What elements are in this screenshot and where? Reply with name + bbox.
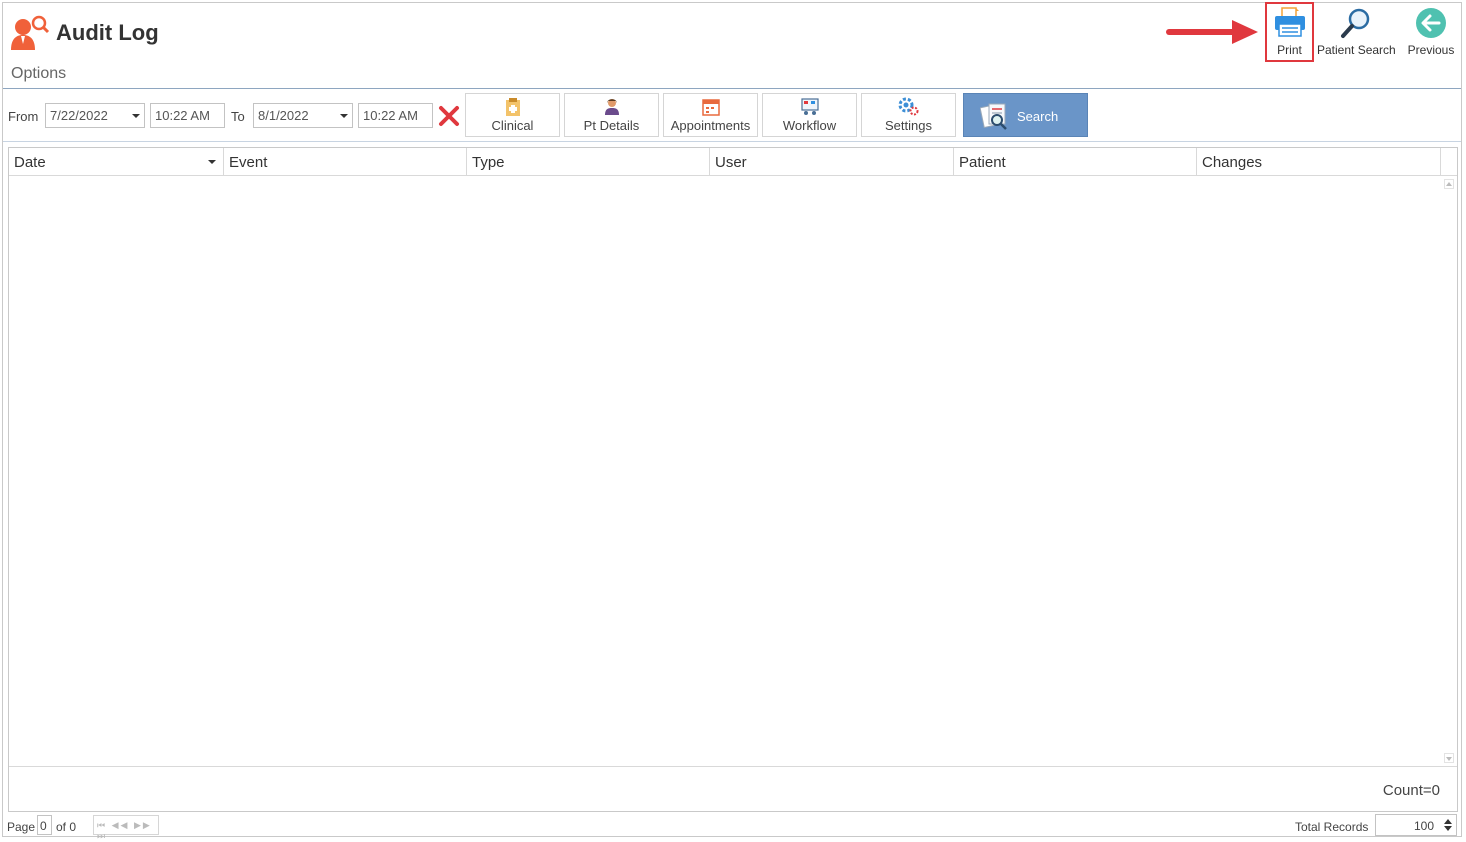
filter-bar: From 7/22/2022 10:22 AM To 8/1/2022 10:2… (3, 90, 1461, 142)
clear-filter-icon[interactable] (437, 104, 461, 128)
chevron-down-icon[interactable] (132, 114, 140, 118)
column-header-label: Event (229, 154, 268, 171)
filter-divider (3, 141, 1461, 142)
pt-details-button[interactable]: Pt Details (564, 93, 659, 137)
column-header-label: User (715, 154, 747, 171)
grid-header: Date Event Type User Patient Changes (9, 148, 1457, 176)
column-header-type[interactable]: Type (467, 148, 710, 175)
column-header-label: Date (14, 154, 46, 171)
workflow-button[interactable]: Workflow (762, 93, 857, 137)
record-count: Count=0 (1382, 782, 1440, 799)
previous-label: Previous (1407, 43, 1455, 57)
sort-dropdown-icon[interactable] (208, 160, 216, 164)
to-date-value: 8/1/2022 (258, 108, 309, 123)
category-label: Appointments (670, 118, 751, 133)
previous-button[interactable]: Previous (1404, 4, 1458, 60)
appointments-button[interactable]: Appointments (663, 93, 758, 137)
from-date-value: 7/22/2022 (50, 108, 108, 123)
column-header-label: Type (472, 154, 505, 171)
gears-icon (898, 97, 918, 116)
search-documents-icon (980, 103, 1007, 130)
header-divider (3, 88, 1461, 89)
grid-vertical-scrollbar[interactable] (1442, 177, 1456, 765)
printer-icon (1274, 7, 1305, 37)
back-arrow-icon (1416, 8, 1446, 38)
patient-search-label: Patient Search (1317, 43, 1396, 57)
pager-bar: Page 0 of 0 ⏮ ◀◀ ▶▶ ⏭ Total Records 100 (3, 813, 1461, 841)
category-label: Workflow (782, 118, 837, 133)
page-number-input[interactable]: 0 (37, 815, 52, 835)
red-arrow-annotation-icon (1166, 20, 1258, 44)
magnifier-icon (1341, 8, 1370, 38)
scroll-up-icon[interactable] (1444, 179, 1454, 189)
search-button-label: Search (1017, 109, 1059, 124)
from-time-input[interactable]: 10:22 AM (150, 103, 225, 128)
column-header-user[interactable]: User (710, 148, 954, 175)
total-records-spinner[interactable]: 100 (1375, 814, 1457, 836)
print-label: Print (1277, 43, 1302, 57)
print-button[interactable]: Print (1265, 2, 1314, 62)
total-records-value: 100 (1413, 819, 1434, 833)
spinner-arrows-icon[interactable] (1444, 818, 1452, 832)
settings-button[interactable]: Settings (861, 93, 956, 137)
column-header-patient[interactable]: Patient (954, 148, 1197, 175)
to-time-value: 10:22 AM (363, 108, 418, 123)
patient-search-button[interactable]: Patient Search (1317, 4, 1396, 60)
from-date-picker[interactable]: 7/22/2022 (45, 103, 145, 128)
column-header-event[interactable]: Event (224, 148, 467, 175)
page-navigation-buttons[interactable]: ⏮ ◀◀ ▶▶ ⏭ (93, 815, 159, 841)
options-label: Options (11, 65, 67, 82)
category-label: Clinical (491, 118, 534, 133)
scroll-down-icon[interactable] (1444, 753, 1454, 763)
search-button[interactable]: Search (963, 93, 1088, 137)
chevron-down-icon[interactable] (340, 114, 348, 118)
column-header-date[interactable]: Date (9, 148, 224, 175)
column-header-label: Patient (959, 154, 1006, 171)
clinical-button[interactable]: Clinical (465, 93, 560, 137)
to-time-input[interactable]: 10:22 AM (358, 103, 433, 128)
page-label: Page (7, 820, 36, 834)
workflow-icon (800, 98, 819, 115)
to-label: To (231, 109, 245, 124)
total-records-label: Total Records (1295, 820, 1369, 834)
column-header-changes[interactable]: Changes (1197, 148, 1441, 175)
from-label: From (8, 109, 39, 124)
audit-log-grid: Date Event Type User Patient Changes Cou… (8, 147, 1458, 812)
page-of-text: of 0 (56, 820, 77, 834)
category-label: Pt Details (583, 118, 640, 133)
grid-footer: Count=0 (9, 766, 1457, 812)
calendar-icon (701, 99, 720, 116)
from-time-value: 10:22 AM (155, 108, 210, 123)
page-title: Audit Log (56, 20, 159, 45)
patient-details-icon (604, 99, 619, 115)
column-header-label: Changes (1202, 154, 1263, 171)
clinical-icon (505, 98, 520, 116)
category-label: Settings (885, 118, 932, 133)
audit-user-search-icon (11, 15, 50, 50)
to-date-picker[interactable]: 8/1/2022 (253, 103, 353, 128)
